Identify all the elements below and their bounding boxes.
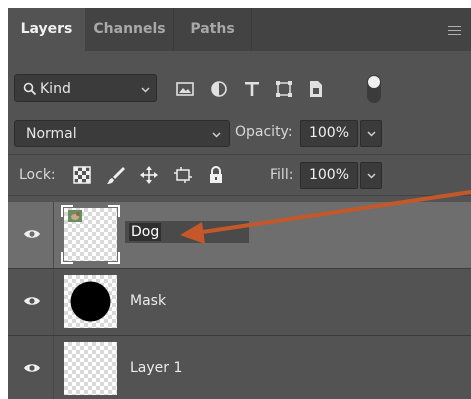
- annotation-arrow: [180, 190, 471, 244]
